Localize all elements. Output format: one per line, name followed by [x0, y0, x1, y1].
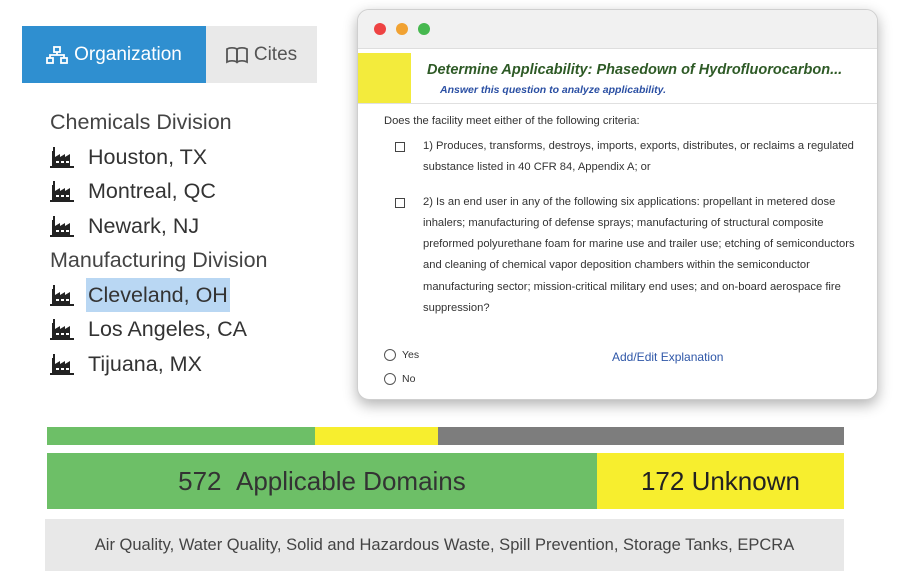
site-label: Montreal, QC — [88, 179, 216, 203]
criterion-text: 2) Is an end user in any of the followin… — [423, 195, 855, 315]
unknown-domains-bar[interactable]: 172 Unknown — [596, 453, 844, 509]
answer-yes-label: Yes — [402, 349, 420, 361]
answer-no-label: No — [402, 373, 416, 385]
division-item[interactable]: Manufacturing Division — [50, 243, 268, 278]
applicability-dialog: Determine Applicability: Phasedown of Hy… — [357, 9, 878, 400]
tab-cites[interactable]: Cites — [206, 26, 317, 83]
applicable-domains-bar[interactable]: 572 Applicable Domains — [47, 453, 597, 509]
factory-icon — [50, 146, 76, 168]
progress-segment-remaining — [438, 427, 844, 445]
site-item[interactable]: Los Angeles, CA — [50, 312, 268, 347]
tab-cites-label: Cites — [253, 43, 298, 65]
site-item-selected[interactable]: Cleveland, OH — [50, 277, 268, 312]
status-marker — [358, 53, 411, 103]
add-edit-explanation-link[interactable]: Add/Edit Explanation — [612, 350, 723, 364]
radio-circle — [384, 373, 396, 385]
question-body: Does the facility meet either of the fol… — [384, 115, 857, 319]
applicable-count: 572 — [178, 465, 222, 496]
factory-icon — [50, 318, 76, 341]
criterion-checkbox[interactable] — [395, 197, 405, 208]
factory-icon — [50, 180, 76, 203]
site-item[interactable]: Montreal, QC — [50, 174, 268, 209]
close-window-button[interactable] — [374, 23, 386, 35]
factory-icon — [50, 215, 76, 237]
site-label: Tijuana, MX — [88, 351, 202, 376]
criterion-item: 1) Produces, transforms, destroys, impor… — [384, 136, 857, 179]
question-text: Does the facility meet either of the fol… — [384, 115, 640, 127]
domain-list: Air Quality, Water Quality, Solid and Ha… — [45, 519, 844, 571]
criterion-checkbox[interactable] — [395, 142, 405, 152]
site-item[interactable]: Newark, NJ — [50, 209, 268, 244]
site-item[interactable]: Tijuana, MX — [50, 347, 268, 382]
factory-icon — [50, 353, 76, 375]
organization-tree: Chemicals Division Houston, TX Montreal,… — [50, 105, 268, 381]
answer-options: Yes No — [384, 343, 419, 391]
site-item[interactable]: Houston, TX — [50, 140, 268, 175]
progress-segment-unknown — [314, 427, 439, 445]
org-chart-icon — [46, 45, 69, 64]
tab-organization-label: Organization — [74, 43, 182, 65]
criterion-item: 2) Is an end user in any of the followin… — [384, 192, 857, 320]
division-item[interactable]: Chemicals Division — [50, 105, 268, 140]
window-titlebar — [358, 10, 877, 49]
unknown-label: Unknown — [691, 465, 800, 496]
site-label: Newark, NJ — [88, 213, 200, 238]
domain-summary: 572 Applicable Domains 172 Unknown — [47, 453, 844, 509]
factory-icon — [50, 284, 76, 306]
radio-circle — [384, 349, 396, 361]
tab-bar: Organization Cites — [22, 26, 317, 83]
question-title: Determine Applicability: Phasedown of Hy… — [427, 62, 843, 78]
applicability-progress-strip — [47, 427, 844, 445]
unknown-count: 172 — [640, 465, 685, 496]
answer-yes-radio[interactable]: Yes — [384, 343, 419, 367]
question-subtitle: Answer this question to analyze applicab… — [440, 84, 666, 96]
maximize-window-button[interactable] — [418, 23, 430, 35]
site-label: Cleveland, OH — [86, 277, 230, 312]
progress-segment-applicable — [47, 427, 315, 445]
applicable-label: Applicable Domains — [235, 465, 466, 496]
minimize-window-button[interactable] — [396, 23, 408, 35]
tab-organization[interactable]: Organization — [22, 26, 206, 83]
book-icon — [225, 46, 248, 64]
criterion-text: 1) Produces, transforms, destroys, impor… — [423, 140, 854, 174]
site-label: Houston, TX — [88, 144, 208, 169]
site-label: Los Angeles, CA — [88, 317, 247, 341]
answer-no-radio[interactable]: No — [384, 367, 419, 391]
question-header: Determine Applicability: Phasedown of Hy… — [358, 49, 877, 104]
